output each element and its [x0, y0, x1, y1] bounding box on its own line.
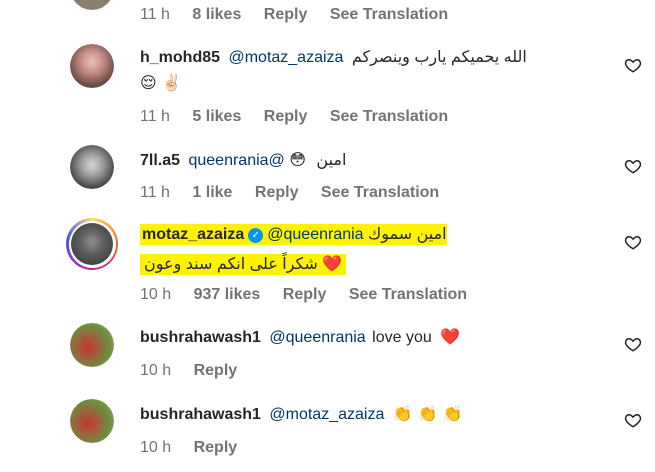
- comment-text: امين: [316, 152, 347, 169]
- comment-time: 11 h: [140, 184, 170, 201]
- comment-username[interactable]: 7ll.a5: [140, 152, 180, 169]
- emoji: 😌 ✌🏻: [140, 73, 182, 92]
- avatar-story-ring[interactable]: [66, 218, 118, 270]
- heart-emoji: ❤️: [322, 254, 343, 273]
- like-heart-icon[interactable]: [624, 335, 642, 353]
- see-translation-button[interactable]: See Translation: [349, 286, 467, 303]
- see-translation-button[interactable]: See Translation: [330, 108, 448, 125]
- comment-mention[interactable]: @motaz_azaiza: [228, 49, 343, 66]
- comment-username[interactable]: bushrahawash1: [140, 406, 261, 423]
- heart-emoji: ❤️: [440, 327, 461, 346]
- reply-button[interactable]: Reply: [264, 6, 308, 23]
- comment-time: 10 h: [140, 362, 172, 379]
- comment-text-line2: شكراً على انكم سند وعون: [144, 256, 318, 273]
- emoji: 😳: [289, 150, 306, 169]
- likes-count[interactable]: 8 likes: [192, 6, 241, 23]
- avatar[interactable]: [70, 145, 114, 189]
- comment-mention[interactable]: @queenrania: [267, 226, 363, 243]
- comment-time: 11 h: [140, 6, 170, 23]
- verified-badge-icon: ✓: [248, 228, 264, 243]
- comment-text: الله يحميكم يارب وينصركم: [351, 49, 527, 66]
- comment-time: 11 h: [140, 108, 170, 125]
- comment-mention[interactable]: queenrania@: [188, 152, 284, 169]
- reply-button[interactable]: Reply: [264, 108, 308, 125]
- see-translation-button[interactable]: See Translation: [330, 6, 448, 23]
- comment-mention[interactable]: @motaz_azaiza: [269, 406, 384, 423]
- comment-username[interactable]: bushrahawash1: [140, 329, 261, 346]
- clapping-emoji: 👏 👏 👏: [392, 404, 463, 423]
- like-heart-icon[interactable]: [624, 157, 642, 175]
- reply-button[interactable]: Reply: [194, 439, 238, 456]
- avatar[interactable]: [70, 323, 114, 367]
- see-translation-button[interactable]: See Translation: [321, 184, 439, 201]
- avatar[interactable]: [70, 0, 114, 10]
- reply-button[interactable]: Reply: [255, 184, 299, 201]
- reply-button[interactable]: Reply: [194, 362, 238, 379]
- comment-username[interactable]: h_mohd85: [140, 49, 220, 66]
- likes-count[interactable]: 937 likes: [194, 286, 261, 303]
- reply-button[interactable]: Reply: [283, 286, 327, 303]
- like-heart-icon[interactable]: [624, 56, 642, 74]
- comment-time: 10 h: [140, 439, 172, 456]
- avatar[interactable]: [70, 399, 114, 443]
- comment-mention[interactable]: @queenrania: [269, 329, 365, 346]
- avatar[interactable]: [70, 44, 114, 88]
- likes-count[interactable]: 5 likes: [192, 108, 241, 125]
- comment-text: امين سموك: [368, 226, 447, 243]
- like-heart-icon[interactable]: [624, 411, 642, 429]
- like-heart-icon[interactable]: [624, 233, 642, 251]
- comment-text: love you: [372, 329, 432, 346]
- likes-count[interactable]: 1 like: [192, 184, 232, 201]
- comment-username[interactable]: motaz_azaiza: [142, 226, 244, 243]
- comment-time: 10 h: [140, 286, 172, 303]
